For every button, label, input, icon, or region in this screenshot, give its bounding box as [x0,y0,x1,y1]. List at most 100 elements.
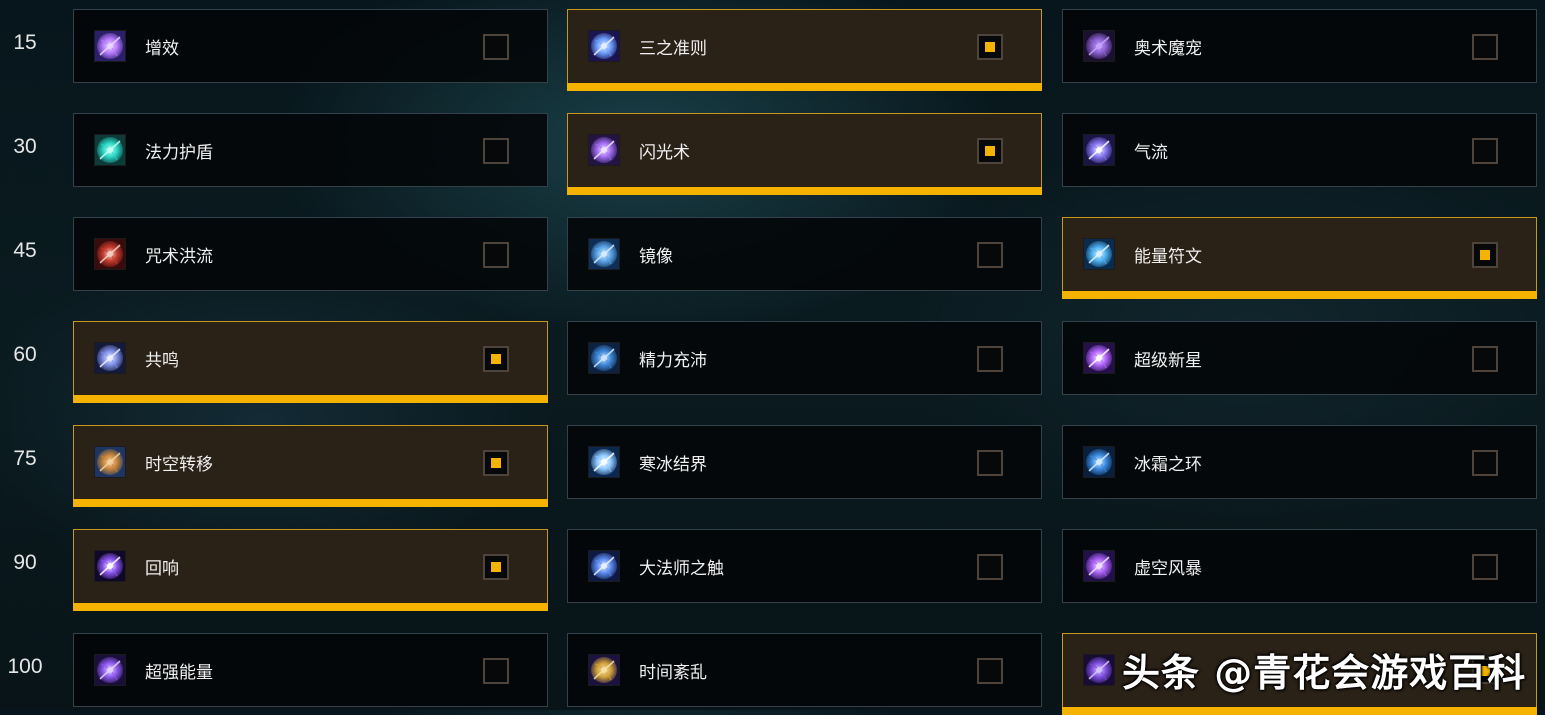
talent-checkbox[interactable] [483,242,509,268]
talent-option[interactable]: 增效 [73,9,548,83]
talent-option[interactable]: 冰霜之环 [1062,425,1537,499]
talent-name: 镜像 [639,247,673,267]
arcane-orb-icon [1083,654,1115,686]
tier-level: 30 [13,135,37,158]
talent-row: 45 咒术洪流 镜像 能量符文 [0,217,1545,299]
talent-option[interactable]: 镜像 [567,217,1042,291]
tier-level: 100 [7,655,43,678]
rune-of-power-icon [1083,238,1115,270]
talent-checkbox[interactable] [483,34,509,60]
tier-level: 15 [13,31,37,54]
overpowered-icon [94,654,126,686]
ice-ward-icon [588,446,620,478]
shimmer-icon [588,134,620,166]
talent-checkbox[interactable] [1472,346,1498,372]
checkbox-checked-mark [985,146,995,156]
talent-option[interactable]: 法力护盾 [73,113,548,187]
talent-row: 15 增效 三之准则 奥术魔宠 [0,9,1545,91]
talent-name: 虚空风暴 [1134,559,1202,579]
ring-of-frost-icon [1083,446,1115,478]
arcane-bolts-icon [588,30,620,62]
talent-checkbox[interactable] [977,554,1003,580]
talent-option[interactable]: 虚空风暴 [1062,529,1537,603]
talent-name: 时间紊乱 [639,663,707,683]
talent-name: 超级新星 [1134,351,1202,371]
talent-name: 回响 [145,559,179,579]
talent-name: 奥术魔宠 [1134,39,1202,59]
talent-checkbox[interactable] [1472,450,1498,476]
resonance-icon [94,342,126,374]
checkbox-checked-mark [491,562,501,572]
talent-row: 75 时空转移 寒冰结界 冰霜之环 [0,425,1545,507]
talent-option[interactable]: 大法师之触 [567,529,1042,603]
touch-of-archmage-icon [588,550,620,582]
talent-option[interactable]: 奥术魔宠 [1062,9,1537,83]
checkbox-checked-mark [491,354,501,364]
talent-checkbox[interactable] [1472,242,1498,268]
talent-name: 增效 [145,39,179,59]
talent-option[interactable]: 寒冰结界 [567,425,1042,499]
talent-checkbox[interactable] [977,346,1003,372]
tier-level: 90 [13,551,37,574]
talent-checkbox[interactable] [977,34,1003,60]
talent-checkbox[interactable] [483,554,509,580]
talent-name: 能量符文 [1134,247,1202,267]
talent-checkbox[interactable] [977,658,1003,684]
talent-checkbox[interactable] [483,658,509,684]
supernova-icon [1083,342,1115,374]
watermark: 头条 @青花会游戏百科 [1122,651,1527,695]
talent-row: 30 法力护盾 闪光术 气流 [0,113,1545,195]
charged-up-icon [588,342,620,374]
talent-option[interactable]: 共鸣 [73,321,548,403]
talent-option[interactable]: 时空转移 [73,425,548,507]
incanters-flow-icon [94,238,126,270]
checkbox-checked-mark [985,42,995,52]
talent-checkbox[interactable] [483,346,509,372]
talent-option[interactable]: 回响 [73,529,548,611]
talent-name: 寒冰结界 [639,455,707,475]
talent-checkbox[interactable] [977,138,1003,164]
talent-name: 三之准则 [639,39,707,59]
talent-checkbox[interactable] [1472,34,1498,60]
checkbox-checked-mark [1480,250,1490,260]
talent-checkbox[interactable] [1472,554,1498,580]
mana-shield-icon [94,134,126,166]
arcane-familiar-icon [1083,30,1115,62]
talent-name: 法力护盾 [145,143,213,163]
talent-checkbox[interactable] [1472,138,1498,164]
talent-checkbox[interactable] [483,138,509,164]
talent-option[interactable]: 闪光术 [567,113,1042,195]
talent-name: 气流 [1134,143,1168,163]
talent-option[interactable]: 精力充沛 [567,321,1042,395]
talent-name: 时空转移 [145,455,213,475]
talent-name: 超强能量 [145,663,213,683]
talent-option[interactable]: 能量符文 [1062,217,1537,299]
talent-row: 60 共鸣 精力充沛 超级新星 [0,321,1545,403]
talent-checkbox[interactable] [977,450,1003,476]
mirror-image-icon [588,238,620,270]
talent-name: 咒术洪流 [145,247,213,267]
tier-level: 45 [13,239,37,262]
talent-name: 精力充沛 [639,351,707,371]
talent-checkbox[interactable] [483,450,509,476]
talent-name: 冰霜之环 [1134,455,1202,475]
chrono-shift-icon [94,446,126,478]
tier-level: 60 [13,343,37,366]
talent-row: 90 回响 大法师之触 虚空风暴 [0,529,1545,611]
talent-checkbox[interactable] [977,242,1003,268]
time-anomaly-icon [588,654,620,686]
reverberate-icon [94,550,126,582]
talent-option[interactable]: 时间紊乱 [567,633,1042,707]
tier-level: 75 [13,447,37,470]
talent-option[interactable]: 三之准则 [567,9,1042,91]
talent-name: 闪光术 [639,143,690,163]
nether-tempest-icon [1083,550,1115,582]
checkbox-checked-mark [491,458,501,468]
arcane-blast-icon [94,30,126,62]
talent-option[interactable]: 咒术洪流 [73,217,548,291]
talent-option[interactable]: 超强能量 [73,633,548,707]
talent-option[interactable]: 气流 [1062,113,1537,187]
talent-option[interactable]: 超级新星 [1062,321,1537,395]
talent-name: 共鸣 [145,351,179,371]
slipstream-icon [1083,134,1115,166]
